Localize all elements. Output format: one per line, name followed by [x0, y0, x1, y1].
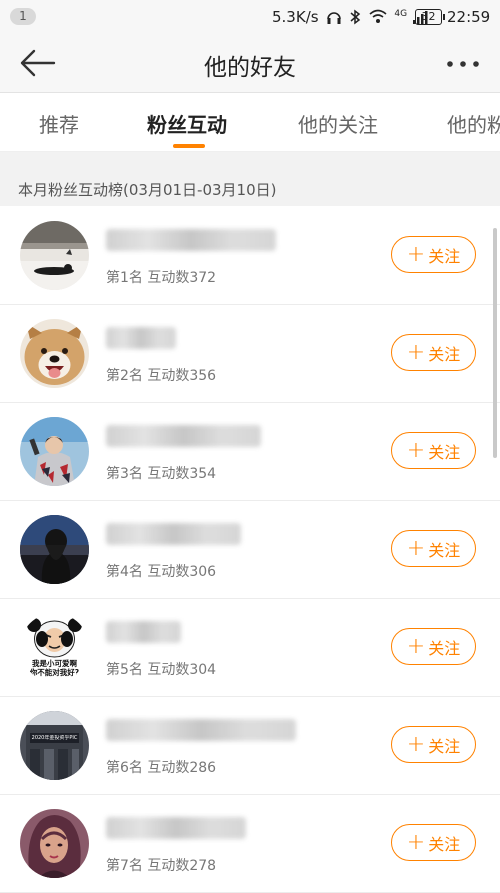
fan-list: 第1名 互动数372 + 关注 第2名 互动数356 + 关注 第3名 互动数3…: [0, 207, 500, 893]
follow-button[interactable]: + 关注: [391, 628, 476, 665]
tab-fan-interaction[interactable]: 粉丝互动: [147, 109, 227, 138]
avatar[interactable]: 2020年金投资乎PIC: [20, 711, 89, 780]
plus-icon: +: [406, 339, 426, 365]
username-blurred: [106, 817, 246, 839]
follow-label: 关注: [428, 736, 461, 756]
follow-label: 关注: [428, 246, 461, 266]
clock: 22:59: [447, 8, 491, 26]
follow-button[interactable]: + 关注: [391, 236, 476, 273]
active-tab-indicator: [173, 144, 205, 148]
follow-button[interactable]: + 关注: [391, 530, 476, 567]
follow-button[interactable]: + 关注: [391, 334, 476, 371]
bluetooth-icon: [350, 9, 360, 25]
status-bar: 1 5.3K/s 4G 32 22:59: [0, 0, 500, 34]
headphones-icon: [327, 12, 341, 24]
plus-icon: +: [406, 437, 426, 463]
tab-recommend[interactable]: 推荐: [39, 109, 79, 138]
plus-icon: +: [406, 633, 426, 659]
list-item[interactable]: 2020年金投资乎PIC 第6名 互动数286 + 关注: [0, 697, 500, 795]
plus-icon: +: [406, 535, 426, 561]
rank-text: 第5名 互动数304: [106, 662, 217, 678]
more-button[interactable]: [444, 54, 484, 74]
follow-label: 关注: [428, 442, 461, 462]
username-blurred: [106, 327, 176, 349]
more-dots-icon: [447, 61, 479, 67]
rank-text: 第4名 互动数306: [106, 564, 217, 580]
rank-text: 第1名 互动数372: [106, 270, 217, 286]
tab-his-following[interactable]: 他的关注: [298, 109, 378, 138]
username-blurred: [106, 523, 241, 545]
rank-text: 第2名 互动数356: [106, 368, 217, 384]
scrollbar[interactable]: [493, 228, 497, 458]
username-blurred: [106, 719, 296, 741]
follow-button[interactable]: + 关注: [391, 726, 476, 763]
rank-text: 第6名 互动数286: [106, 760, 217, 776]
follow-button[interactable]: + 关注: [391, 824, 476, 861]
avatar[interactable]: [20, 319, 89, 388]
section-title: 本月粉丝互动榜(03月01日-03月10日): [18, 181, 277, 199]
username-blurred: [106, 425, 261, 447]
list-item[interactable]: 第3名 互动数354 + 关注: [0, 403, 500, 501]
tab-bar: 推荐 粉丝互动 他的关注 他的粉: [0, 93, 500, 152]
notification-badge: 1: [10, 8, 36, 25]
follow-label: 关注: [428, 344, 461, 364]
divider: [0, 152, 500, 166]
follow-label: 关注: [428, 540, 461, 560]
list-item[interactable]: 第4名 互动数306 + 关注: [0, 501, 500, 599]
avatar[interactable]: 我是小可爱啊 你不能对我好?: [20, 613, 89, 682]
follow-button[interactable]: + 关注: [391, 432, 476, 469]
rank-text: 第7名 互动数278: [106, 858, 217, 874]
network-speed: 5.3K/s: [272, 8, 319, 26]
plus-icon: +: [406, 731, 426, 757]
building-sign: 2020年金投资乎PIC: [31, 735, 78, 741]
list-item[interactable]: 第2名 互动数356 + 关注: [0, 305, 500, 403]
follow-label: 关注: [428, 834, 461, 854]
battery-icon: 32: [415, 9, 445, 25]
list-item[interactable]: 第7名 互动数278 + 关注: [0, 795, 500, 893]
plus-icon: +: [406, 829, 426, 855]
wifi-icon: [369, 9, 387, 23]
avatar[interactable]: [20, 515, 89, 584]
avatar[interactable]: [20, 809, 89, 878]
list-item[interactable]: 我是小可爱啊 你不能对我好? 第5名 互动数304 + 关注: [0, 599, 500, 697]
avatar[interactable]: [20, 417, 89, 486]
network-type: 4G: [394, 9, 408, 19]
tab-his-fans[interactable]: 他的粉: [447, 109, 500, 138]
avatar[interactable]: [20, 221, 89, 290]
page-title: 他的好友: [204, 55, 296, 81]
username-blurred: [106, 229, 276, 251]
nav-bar: 他的好友: [0, 34, 500, 93]
section-header: 本月粉丝互动榜(03月01日-03月10日): [0, 166, 500, 206]
follow-label: 关注: [428, 638, 461, 658]
panda-meme-caption: 我是小可爱啊 你不能对我好?: [29, 659, 80, 677]
rank-text: 第3名 互动数354: [106, 466, 217, 482]
plus-icon: +: [406, 241, 426, 267]
list-item[interactable]: 第1名 互动数372 + 关注: [0, 207, 500, 305]
username-blurred: [106, 621, 181, 643]
